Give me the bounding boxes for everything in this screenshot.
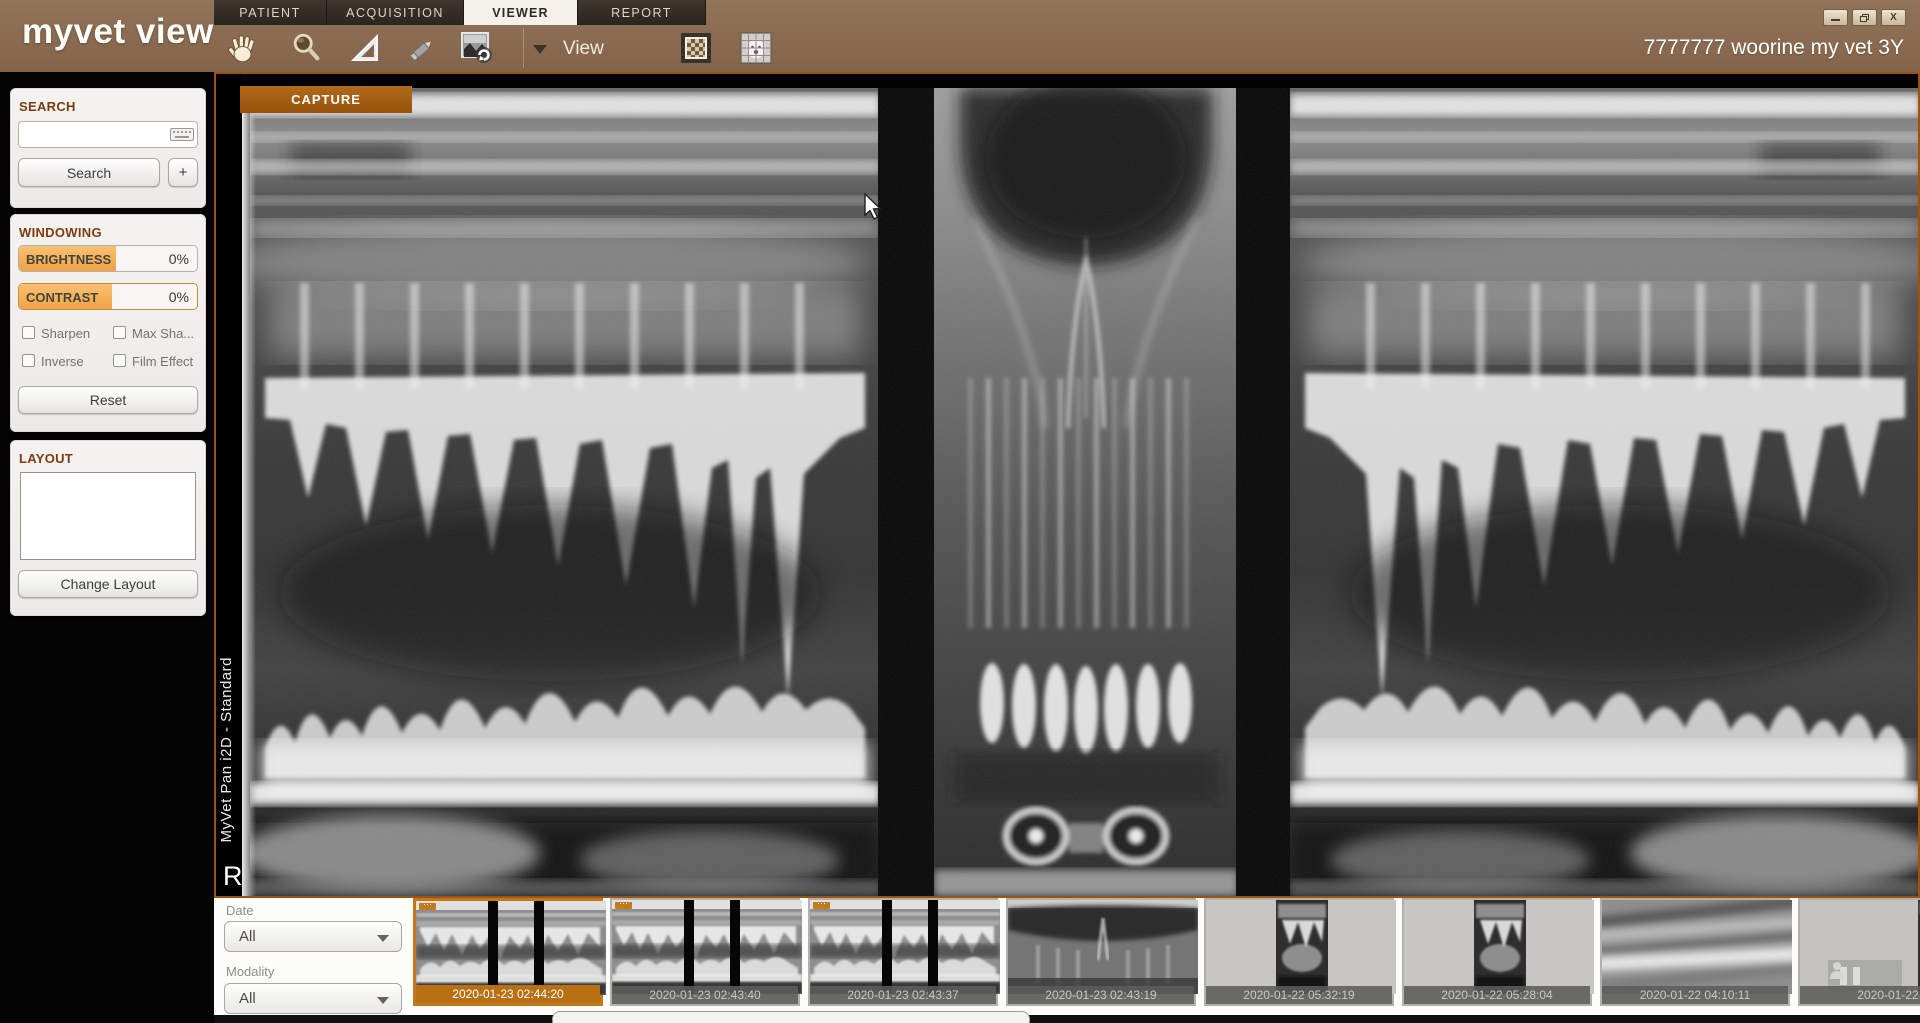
series-marker: ··· — [813, 902, 830, 909]
mouse-cursor — [862, 192, 884, 227]
thumbnail-item[interactable]: 2020-01-22 0 — [1798, 898, 1920, 1006]
brightness-value: 0% — [169, 251, 189, 267]
chevron-down-icon — [377, 997, 389, 1004]
brightness-slider[interactable]: BRIGHTNESS 0% — [18, 245, 198, 272]
date-filter-dropdown[interactable]: All — [224, 921, 402, 952]
series-marker: ··· — [615, 902, 632, 909]
keyboard-icon[interactable] — [170, 128, 194, 146]
capture-tab[interactable]: CAPTURE — [240, 86, 412, 113]
chevron-down-icon — [533, 45, 547, 54]
search-add-button[interactable]: + — [168, 158, 198, 187]
change-layout-button[interactable]: Change Layout — [18, 570, 198, 598]
titlebar: myvet view PATIENT ACQUISITION VIEWER RE… — [0, 0, 1920, 72]
thumbnail-item[interactable]: 2020-01-22 05:28:04 — [1402, 898, 1592, 1006]
view-dropdown-label: View — [563, 38, 604, 60]
inverse-checkbox[interactable] — [22, 354, 35, 367]
tile-checker-icon[interactable] — [677, 29, 715, 67]
thumbnail-item[interactable]: 2020-01-22 04:10:11 — [1600, 898, 1790, 1006]
thumbnail-scrollbar-track[interactable] — [214, 1015, 1920, 1023]
checkbox-row: Inverse Film Effect — [10, 354, 206, 369]
orientation-marker-r: R — [223, 861, 243, 892]
chevron-down-icon — [377, 935, 389, 942]
application-window: myvet view PATIENT ACQUISITION VIEWER RE… — [0, 0, 1920, 1023]
search-heading: SEARCH — [19, 99, 206, 114]
thumbnail-item[interactable]: 2020-01-23 02:43:19 — [1006, 898, 1196, 1006]
thumbnail-timestamp: 2020-01-23 02:43:37 — [810, 986, 996, 1004]
image-rotate-icon[interactable] — [458, 29, 496, 67]
thumbnail-timestamp: 2020-01-22 0 — [1800, 986, 1920, 1004]
contrast-value: 0% — [169, 289, 189, 305]
checkbox-row: Sharpen Max Sha... — [10, 326, 206, 341]
thumbnail-timestamp: 2020-01-22 05:32:19 — [1206, 986, 1392, 1004]
search-button[interactable]: Search — [18, 158, 160, 187]
modality-filter-label: Modality — [226, 964, 274, 979]
film-effect-checkbox[interactable] — [113, 354, 126, 367]
image-viewer: MyVet Pan i2D - Standard R CAPTURE — [214, 72, 1920, 898]
thumbnail-item[interactable]: ··· 2020-01-23 02:44:20 — [413, 898, 603, 1006]
minimize-icon — [1831, 19, 1840, 21]
view-dropdown[interactable]: View — [533, 38, 604, 60]
thumbnail-timestamp: 2020-01-23 02:44:20 — [416, 985, 600, 1003]
brightness-label: BRIGHTNESS — [26, 252, 111, 267]
tab-patient[interactable]: PATIENT — [214, 0, 327, 25]
window-controls: X — [1823, 9, 1906, 26]
study-browser: Date All Modality All ··· 2020-01-23 02:… — [214, 898, 1920, 1023]
series-marker: ··· — [419, 903, 436, 910]
zoom-magnifier-icon[interactable] — [288, 29, 326, 67]
contrast-slider[interactable]: CONTRAST 0% — [18, 283, 198, 310]
sidebar: SEARCH Search + WINDOWING BRIGHTNESS — [0, 72, 214, 1023]
film-effect-label: Film Effect — [132, 354, 193, 369]
tab-acquisition[interactable]: ACQUISITION — [327, 0, 464, 25]
thumbnail-timestamp: 2020-01-23 02:43:40 — [612, 986, 798, 1004]
toolbar-separator — [523, 28, 524, 68]
contrast-label: CONTRAST — [26, 290, 98, 305]
windowing-panel: WINDOWING BRIGHTNESS 0% CONTRAST 0% Shar… — [10, 214, 206, 432]
xray-image[interactable] — [242, 88, 1918, 896]
date-filter-value: All — [239, 928, 256, 945]
thumbnail-scrollbar-thumb[interactable] — [552, 1011, 1030, 1023]
search-panel: SEARCH Search + — [10, 88, 206, 208]
tab-viewer[interactable]: VIEWER — [464, 0, 578, 25]
thumbnail-timestamp: 2020-01-22 04:10:11 — [1602, 986, 1788, 1004]
modality-filter-dropdown[interactable]: All — [224, 983, 402, 1014]
max-sharpen-label: Max Sha... — [132, 326, 194, 341]
series-strip: MyVet Pan i2D - Standard R — [216, 74, 242, 896]
max-sharpen-checkbox[interactable] — [113, 326, 126, 339]
pause-icon — [1853, 967, 1860, 985]
thumbnail-item[interactable]: 2020-01-22 05:32:19 — [1204, 898, 1394, 1006]
restore-icon — [1860, 14, 1869, 22]
thumbnail-gallery-icon[interactable] — [737, 29, 775, 67]
thumbnail-timestamp: 2020-01-23 02:43:19 — [1008, 986, 1194, 1004]
pan-hand-icon[interactable] — [224, 29, 262, 67]
date-filter-label: Date — [226, 903, 253, 918]
inverse-label: Inverse — [41, 354, 84, 369]
modality-filter-value: All — [239, 990, 256, 1007]
main-tabs: PATIENT ACQUISITION VIEWER REPORT — [214, 0, 706, 25]
tab-report[interactable]: REPORT — [578, 0, 706, 25]
annotate-pencil-icon[interactable] — [403, 29, 441, 67]
restore-button[interactable] — [1852, 9, 1877, 26]
sharpen-label: Sharpen — [41, 326, 90, 341]
sharpen-checkbox[interactable] — [22, 326, 35, 339]
windowing-heading: WINDOWING — [19, 225, 206, 240]
patient-info: 7777777 woorine my vet 3Y — [1644, 36, 1904, 60]
measure-set-square-icon[interactable] — [346, 29, 384, 67]
thumbnail-item[interactable]: ··· 2020-01-23 02:43:37 — [808, 898, 998, 1006]
layout-heading: LAYOUT — [19, 451, 206, 466]
thumbnail-item[interactable]: ··· 2020-01-23 02:43:40 — [610, 898, 800, 1006]
layout-panel: LAYOUT Change Layout — [10, 440, 206, 616]
close-button[interactable]: X — [1881, 9, 1906, 26]
layout-preview-box[interactable] — [20, 472, 196, 560]
series-label: MyVet Pan i2D - Standard — [218, 657, 235, 842]
app-logo: myvet view — [22, 12, 214, 52]
person-icon — [1828, 960, 1846, 980]
minimize-button[interactable] — [1823, 9, 1848, 26]
reset-button[interactable]: Reset — [18, 386, 198, 414]
thumbnail-timestamp: 2020-01-22 05:28:04 — [1404, 986, 1590, 1004]
